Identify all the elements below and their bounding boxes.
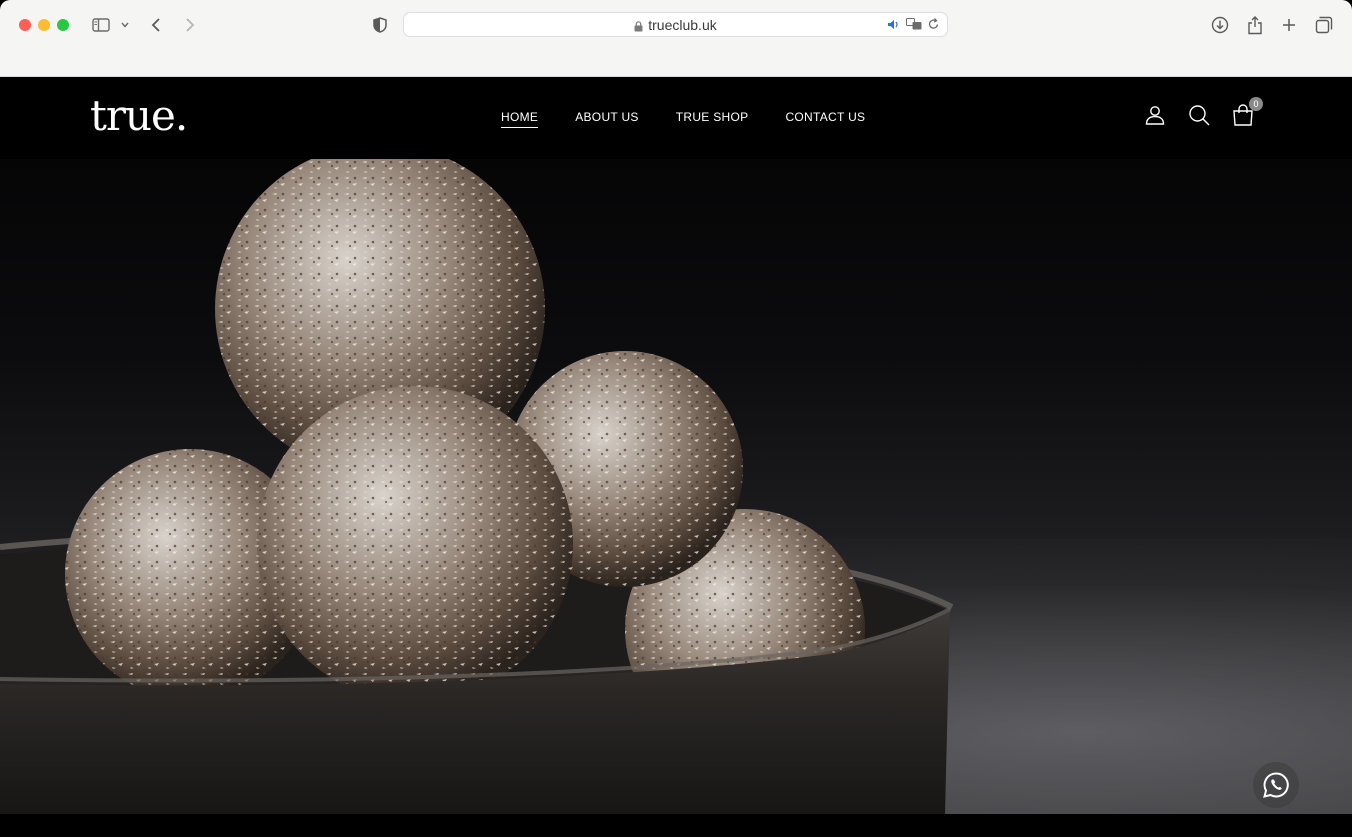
address-bar[interactable]: trueclub.uk: [403, 12, 948, 37]
cart-icon[interactable]: 0: [1231, 97, 1263, 127]
nav-contact-us[interactable]: CONTACT US: [785, 110, 865, 128]
zoom-window-button[interactable]: [57, 19, 69, 31]
url-text: trueclub.uk: [648, 17, 717, 33]
back-icon[interactable]: [148, 12, 164, 38]
nav-home[interactable]: HOME: [501, 110, 539, 128]
bottom-bar: [0, 814, 1352, 837]
shield-icon[interactable]: [372, 12, 388, 38]
reload-icon[interactable]: [928, 17, 939, 35]
whatsapp-icon[interactable]: [1253, 762, 1299, 808]
site-header: true. HOME ABOUT US TRUE SHOP CONTACT US…: [0, 77, 1352, 159]
share-icon[interactable]: [1245, 12, 1265, 38]
account-icon[interactable]: [1143, 103, 1167, 127]
nav-true-shop[interactable]: TRUE SHOP: [676, 110, 749, 128]
plus-icon[interactable]: [1280, 12, 1298, 38]
cart-count-badge: 0: [1249, 97, 1263, 111]
header-actions: 0: [1143, 97, 1263, 127]
lock-icon: [634, 19, 643, 35]
close-window-button[interactable]: [19, 19, 31, 31]
site-logo[interactable]: true.: [90, 91, 188, 140]
main-nav: HOME ABOUT US TRUE SHOP CONTACT US: [501, 110, 865, 128]
forward-icon[interactable]: [182, 12, 198, 38]
translate-icon[interactable]: [906, 17, 922, 35]
chevron-down-icon[interactable]: [119, 12, 131, 38]
sidebar-icon[interactable]: [90, 12, 112, 38]
minimize-window-button[interactable]: [38, 19, 50, 31]
browser-toolbar: trueclub.uk: [0, 0, 1352, 77]
url-display: trueclub.uk: [404, 17, 947, 35]
search-icon[interactable]: [1187, 103, 1211, 127]
speaker-icon[interactable]: [887, 17, 900, 35]
tabs-icon[interactable]: [1314, 12, 1334, 38]
download-icon[interactable]: [1210, 12, 1230, 38]
browser-window: trueclub.uk true. HOME ABOUT US TRUE SHO…: [0, 0, 1352, 837]
nav-about-us[interactable]: ABOUT US: [575, 110, 639, 128]
hero-illustration: [0, 159, 954, 814]
hero-image: [0, 159, 1352, 814]
